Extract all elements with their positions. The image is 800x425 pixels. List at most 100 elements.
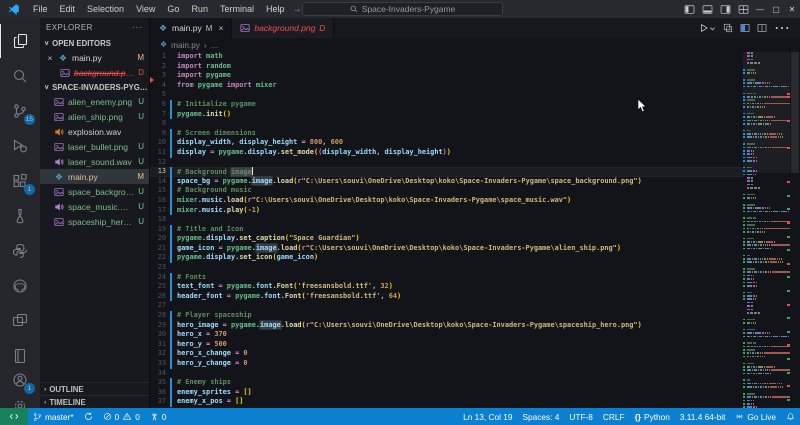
code-line[interactable]: 2import random: [150, 62, 743, 72]
activity-run-debug[interactable]: [0, 129, 40, 163]
file-row[interactable]: space_background.pngU: [40, 184, 149, 199]
code-line[interactable]: 21game_icon = pygame.image.load(r"C:\Use…: [150, 244, 743, 254]
code-line[interactable]: 31hero_y = 500: [150, 340, 743, 350]
command-center-search[interactable]: Space-Invaders-Pygame: [302, 2, 503, 16]
code-line[interactable]: 26header_font = pygame.font.Font('freesa…: [150, 292, 743, 302]
code-line[interactable]: 27: [150, 301, 743, 311]
tab-main.py[interactable]: ❖main.pyM×: [150, 18, 232, 38]
statusbar-cursor-position[interactable]: Ln 13, Col 19: [458, 408, 517, 425]
code-line[interactable]: 22pygame.display.set_icon(game_icon): [150, 253, 743, 263]
open-changes-icon[interactable]: [723, 23, 733, 33]
code-line[interactable]: 16mixer.music.load(r"C:\Users\souvi\OneD…: [150, 196, 743, 206]
code-line[interactable]: 36enemy_sprites = []: [150, 388, 743, 398]
statusbar-indentation[interactable]: Spaces: 4: [517, 408, 564, 425]
split-editor-icon[interactable]: [757, 23, 767, 33]
code-line[interactable]: 1import math: [150, 52, 743, 62]
timeline-section-header[interactable]: › TIMELINE: [40, 395, 149, 408]
code-line[interactable]: 18: [150, 215, 743, 225]
file-row[interactable]: laser_bullet.pngU: [40, 139, 149, 154]
git-branch-item[interactable]: master*: [28, 408, 79, 425]
toggle-panel-icon[interactable]: [698, 0, 716, 18]
folder-section-header[interactable]: ∨ SPACE-INVADERS-PYGAME: [40, 80, 149, 94]
breadcrumb[interactable]: ❖ main.py › …: [150, 38, 800, 52]
file-row[interactable]: spaceship_hero.pngU: [40, 214, 149, 229]
sync-item[interactable]: [79, 408, 98, 425]
code-line[interactable]: 37enemy_x_pos = []: [150, 397, 743, 407]
code-line[interactable]: 28# Player spaceship: [150, 311, 743, 321]
code-line[interactable]: 8: [150, 119, 743, 129]
activity-extensions[interactable]: 1: [0, 164, 40, 198]
close-icon[interactable]: ×: [218, 23, 223, 33]
statusbar-notifications-bell[interactable]: [781, 408, 800, 425]
activity-source-control[interactable]: 15: [0, 94, 40, 128]
close-icon[interactable]: ×: [46, 53, 54, 63]
statusbar-python-interpreter[interactable]: 3.11.4 64-bit: [675, 408, 731, 425]
code-line[interactable]: 32hero_x_change = 0: [150, 349, 743, 359]
code-line[interactable]: 30hero_x = 370: [150, 330, 743, 340]
activity-python[interactable]: [0, 234, 40, 268]
activity-remote-explorer[interactable]: [0, 304, 40, 338]
code-line[interactable]: 24# Fonts: [150, 273, 743, 283]
statusbar-eol[interactable]: CRLF: [598, 408, 630, 425]
activity-testing[interactable]: [0, 199, 40, 233]
explorer-more-actions-icon[interactable]: ···: [132, 23, 143, 32]
outline-section-header[interactable]: › OUTLINE: [40, 382, 149, 395]
code-line[interactable]: 23: [150, 263, 743, 273]
scrollbar-thumb[interactable]: [791, 52, 799, 173]
open-editor-item[interactable]: ×❖main.pyM: [40, 50, 149, 65]
statusbar-encoding[interactable]: UTF-8: [564, 408, 598, 425]
code-line[interactable]: 13# Background image: [150, 167, 743, 177]
file-row[interactable]: alien_enemy.pngU: [40, 94, 149, 109]
code-editor[interactable]: 1import math2import random3import pygame…: [150, 52, 743, 408]
file-row[interactable]: ❖main.pyM: [40, 169, 149, 184]
activity-search[interactable]: [0, 59, 40, 93]
code-line[interactable]: 35# Enemy ships: [150, 378, 743, 388]
code-line[interactable]: 34: [150, 369, 743, 379]
code-line[interactable]: 3import pygame: [150, 71, 743, 81]
toggle-secondary-sidebar-icon[interactable]: [716, 0, 734, 18]
minimap[interactable]: [743, 52, 790, 408]
problems-item[interactable]: 0 0: [98, 408, 145, 425]
code-line[interactable]: 7pygame.init(): [150, 110, 743, 120]
code-line[interactable]: 11display = pygame.display.set_mode((dis…: [150, 148, 743, 158]
code-line[interactable]: 14space_bg = pygame.image.load(r"C:\User…: [150, 177, 743, 187]
statusbar-language-mode[interactable]: {}Python: [630, 408, 675, 425]
statusbar-go-live[interactable]: Go Live: [730, 408, 781, 425]
menu-view[interactable]: View: [130, 0, 161, 18]
menu-selection[interactable]: Selection: [81, 0, 130, 18]
maximize-button[interactable]: ▢: [768, 0, 784, 18]
menu-run[interactable]: Run: [185, 0, 214, 18]
file-row[interactable]: laser_sound.wavU: [40, 154, 149, 169]
file-row[interactable]: explosion.wav: [40, 124, 149, 139]
vertical-scrollbar[interactable]: [790, 52, 800, 408]
code-line[interactable]: 17mixer.music.play(-1): [150, 206, 743, 216]
compare-icon[interactable]: [740, 23, 750, 33]
minimize-button[interactable]: —: [752, 0, 768, 18]
forward-arrow-icon[interactable]: →: [292, 4, 302, 15]
code-line[interactable]: 29hero_image = pygame.image.load(r"C:\Us…: [150, 321, 743, 331]
customize-layout-icon[interactable]: [734, 0, 752, 18]
toggle-sidebar-icon[interactable]: [680, 0, 698, 18]
remote-indicator[interactable]: [0, 408, 28, 425]
activity-github[interactable]: [0, 269, 40, 303]
code-line[interactable]: 9# Screen dimensions: [150, 129, 743, 139]
code-line[interactable]: 19# Title and Icon: [150, 225, 743, 235]
close-button[interactable]: ✕: [784, 0, 800, 18]
code-line[interactable]: 20pygame.display.set_caption("Space Guar…: [150, 234, 743, 244]
menu-go[interactable]: Go: [161, 0, 185, 18]
menu-terminal[interactable]: Terminal: [214, 0, 260, 18]
open-editors-section-header[interactable]: ∨ OPEN EDITORS: [40, 36, 149, 50]
code-line[interactable]: 6# Initialize pygame: [150, 100, 743, 110]
menu-file[interactable]: File: [27, 0, 54, 18]
run-button[interactable]: [699, 23, 716, 33]
more-actions-icon[interactable]: ⋯: [774, 18, 790, 38]
back-arrow-icon[interactable]: ←: [276, 4, 286, 15]
tab-background.png[interactable]: background.pngD: [232, 18, 334, 38]
code-line[interactable]: 5: [150, 90, 743, 100]
open-editor-item[interactable]: background.pngD: [40, 65, 149, 80]
ports-item[interactable]: 0: [145, 408, 172, 425]
activity-explorer[interactable]: [0, 24, 40, 58]
code-line[interactable]: 15# Background music: [150, 186, 743, 196]
code-line[interactable]: 33hero_y_change = 0: [150, 359, 743, 369]
code-line[interactable]: 4from pygame import mixer: [150, 81, 743, 91]
